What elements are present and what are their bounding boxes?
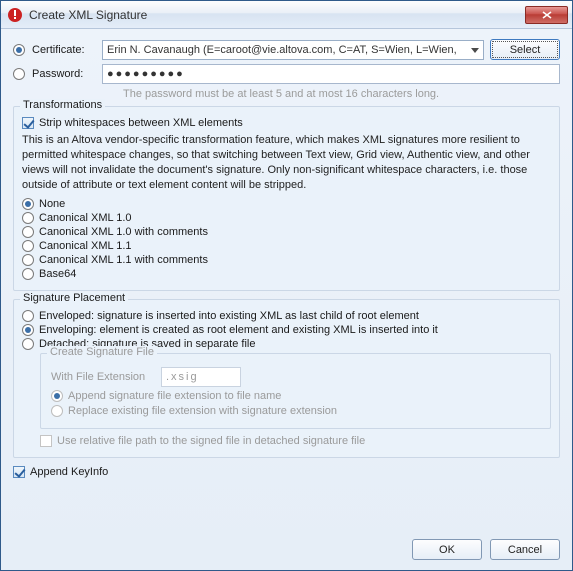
transform-c14n11-radio[interactable] (22, 240, 34, 252)
app-icon (7, 7, 23, 23)
enveloping-radio[interactable] (22, 324, 34, 336)
title-bar: Create XML Signature (1, 1, 572, 29)
placement-title: Signature Placement (20, 292, 128, 304)
transform-c14n11c-label: Canonical XML 1.1 with comments (39, 254, 208, 266)
password-input[interactable]: ●●●●●●●●● (102, 64, 560, 84)
strip-whitespace-checkbox[interactable] (22, 117, 34, 129)
file-extension-input[interactable]: .xsig (161, 367, 241, 387)
password-mask: ●●●●●●●●● (107, 68, 185, 80)
transform-c14n11c-radio[interactable] (22, 254, 34, 266)
transform-c14n10-label: Canonical XML 1.0 (39, 212, 132, 224)
append-ext-radio (51, 390, 63, 402)
transformations-title: Transformations (20, 99, 105, 111)
window-title: Create XML Signature (29, 8, 525, 22)
dialog-buttons: OK Cancel (412, 539, 560, 560)
replace-ext-radio (51, 405, 63, 417)
transform-c14n11-label: Canonical XML 1.1 (39, 240, 132, 252)
append-ext-label: Append signature file extension to file … (68, 390, 281, 402)
password-label: Password: (30, 68, 102, 80)
close-icon (542, 11, 552, 19)
strip-whitespace-label: Strip whitespaces between XML elements (39, 117, 243, 129)
create-signature-file-title: Create Signature File (47, 346, 157, 358)
transform-c14n10c-radio[interactable] (22, 226, 34, 238)
transformations-desc: This is an Altova vendor-specific transf… (22, 133, 551, 192)
detached-radio[interactable] (22, 338, 34, 350)
transform-none-radio[interactable] (22, 198, 34, 210)
enveloping-label: Enveloping: element is created as root e… (39, 324, 438, 336)
ok-button[interactable]: OK (412, 539, 482, 560)
select-button[interactable]: Select (490, 39, 560, 60)
transformations-group: Transformations Strip whitespaces betwee… (13, 106, 560, 291)
transform-base64-radio[interactable] (22, 268, 34, 280)
certificate-value: Erin N. Cavanaugh (E=caroot@vie.altova.c… (107, 44, 457, 56)
file-extension-label: With File Extension (51, 371, 161, 383)
close-button[interactable] (525, 6, 568, 24)
placement-group: Signature Placement Enveloped: signature… (13, 299, 560, 458)
relative-path-checkbox (40, 435, 52, 447)
transform-c14n10c-label: Canonical XML 1.0 with comments (39, 226, 208, 238)
file-extension-value: .xsig (166, 371, 199, 383)
replace-ext-label: Replace existing file extension with sig… (68, 405, 337, 417)
cancel-button[interactable]: Cancel (490, 539, 560, 560)
enveloped-label: Enveloped: signature is inserted into ex… (39, 310, 419, 322)
client-area: Certificate: Erin N. Cavanaugh (E=caroot… (1, 29, 572, 570)
transform-base64-label: Base64 (39, 268, 76, 280)
password-radio[interactable] (13, 68, 25, 80)
append-keyinfo-checkbox[interactable] (13, 466, 25, 478)
relative-path-label: Use relative file path to the signed fil… (57, 435, 365, 447)
dialog-window: Create XML Signature Certificate: Erin N… (0, 0, 573, 571)
certificate-dropdown[interactable]: Erin N. Cavanaugh (E=caroot@vie.altova.c… (102, 40, 484, 60)
transform-c14n10-radio[interactable] (22, 212, 34, 224)
create-signature-file-group: Create Signature File With File Extensio… (40, 353, 551, 429)
certificate-label: Certificate: (30, 44, 102, 56)
certificate-radio[interactable] (13, 44, 25, 56)
append-keyinfo-label: Append KeyInfo (30, 466, 108, 478)
transform-none-label: None (39, 198, 65, 210)
enveloped-radio[interactable] (22, 310, 34, 322)
